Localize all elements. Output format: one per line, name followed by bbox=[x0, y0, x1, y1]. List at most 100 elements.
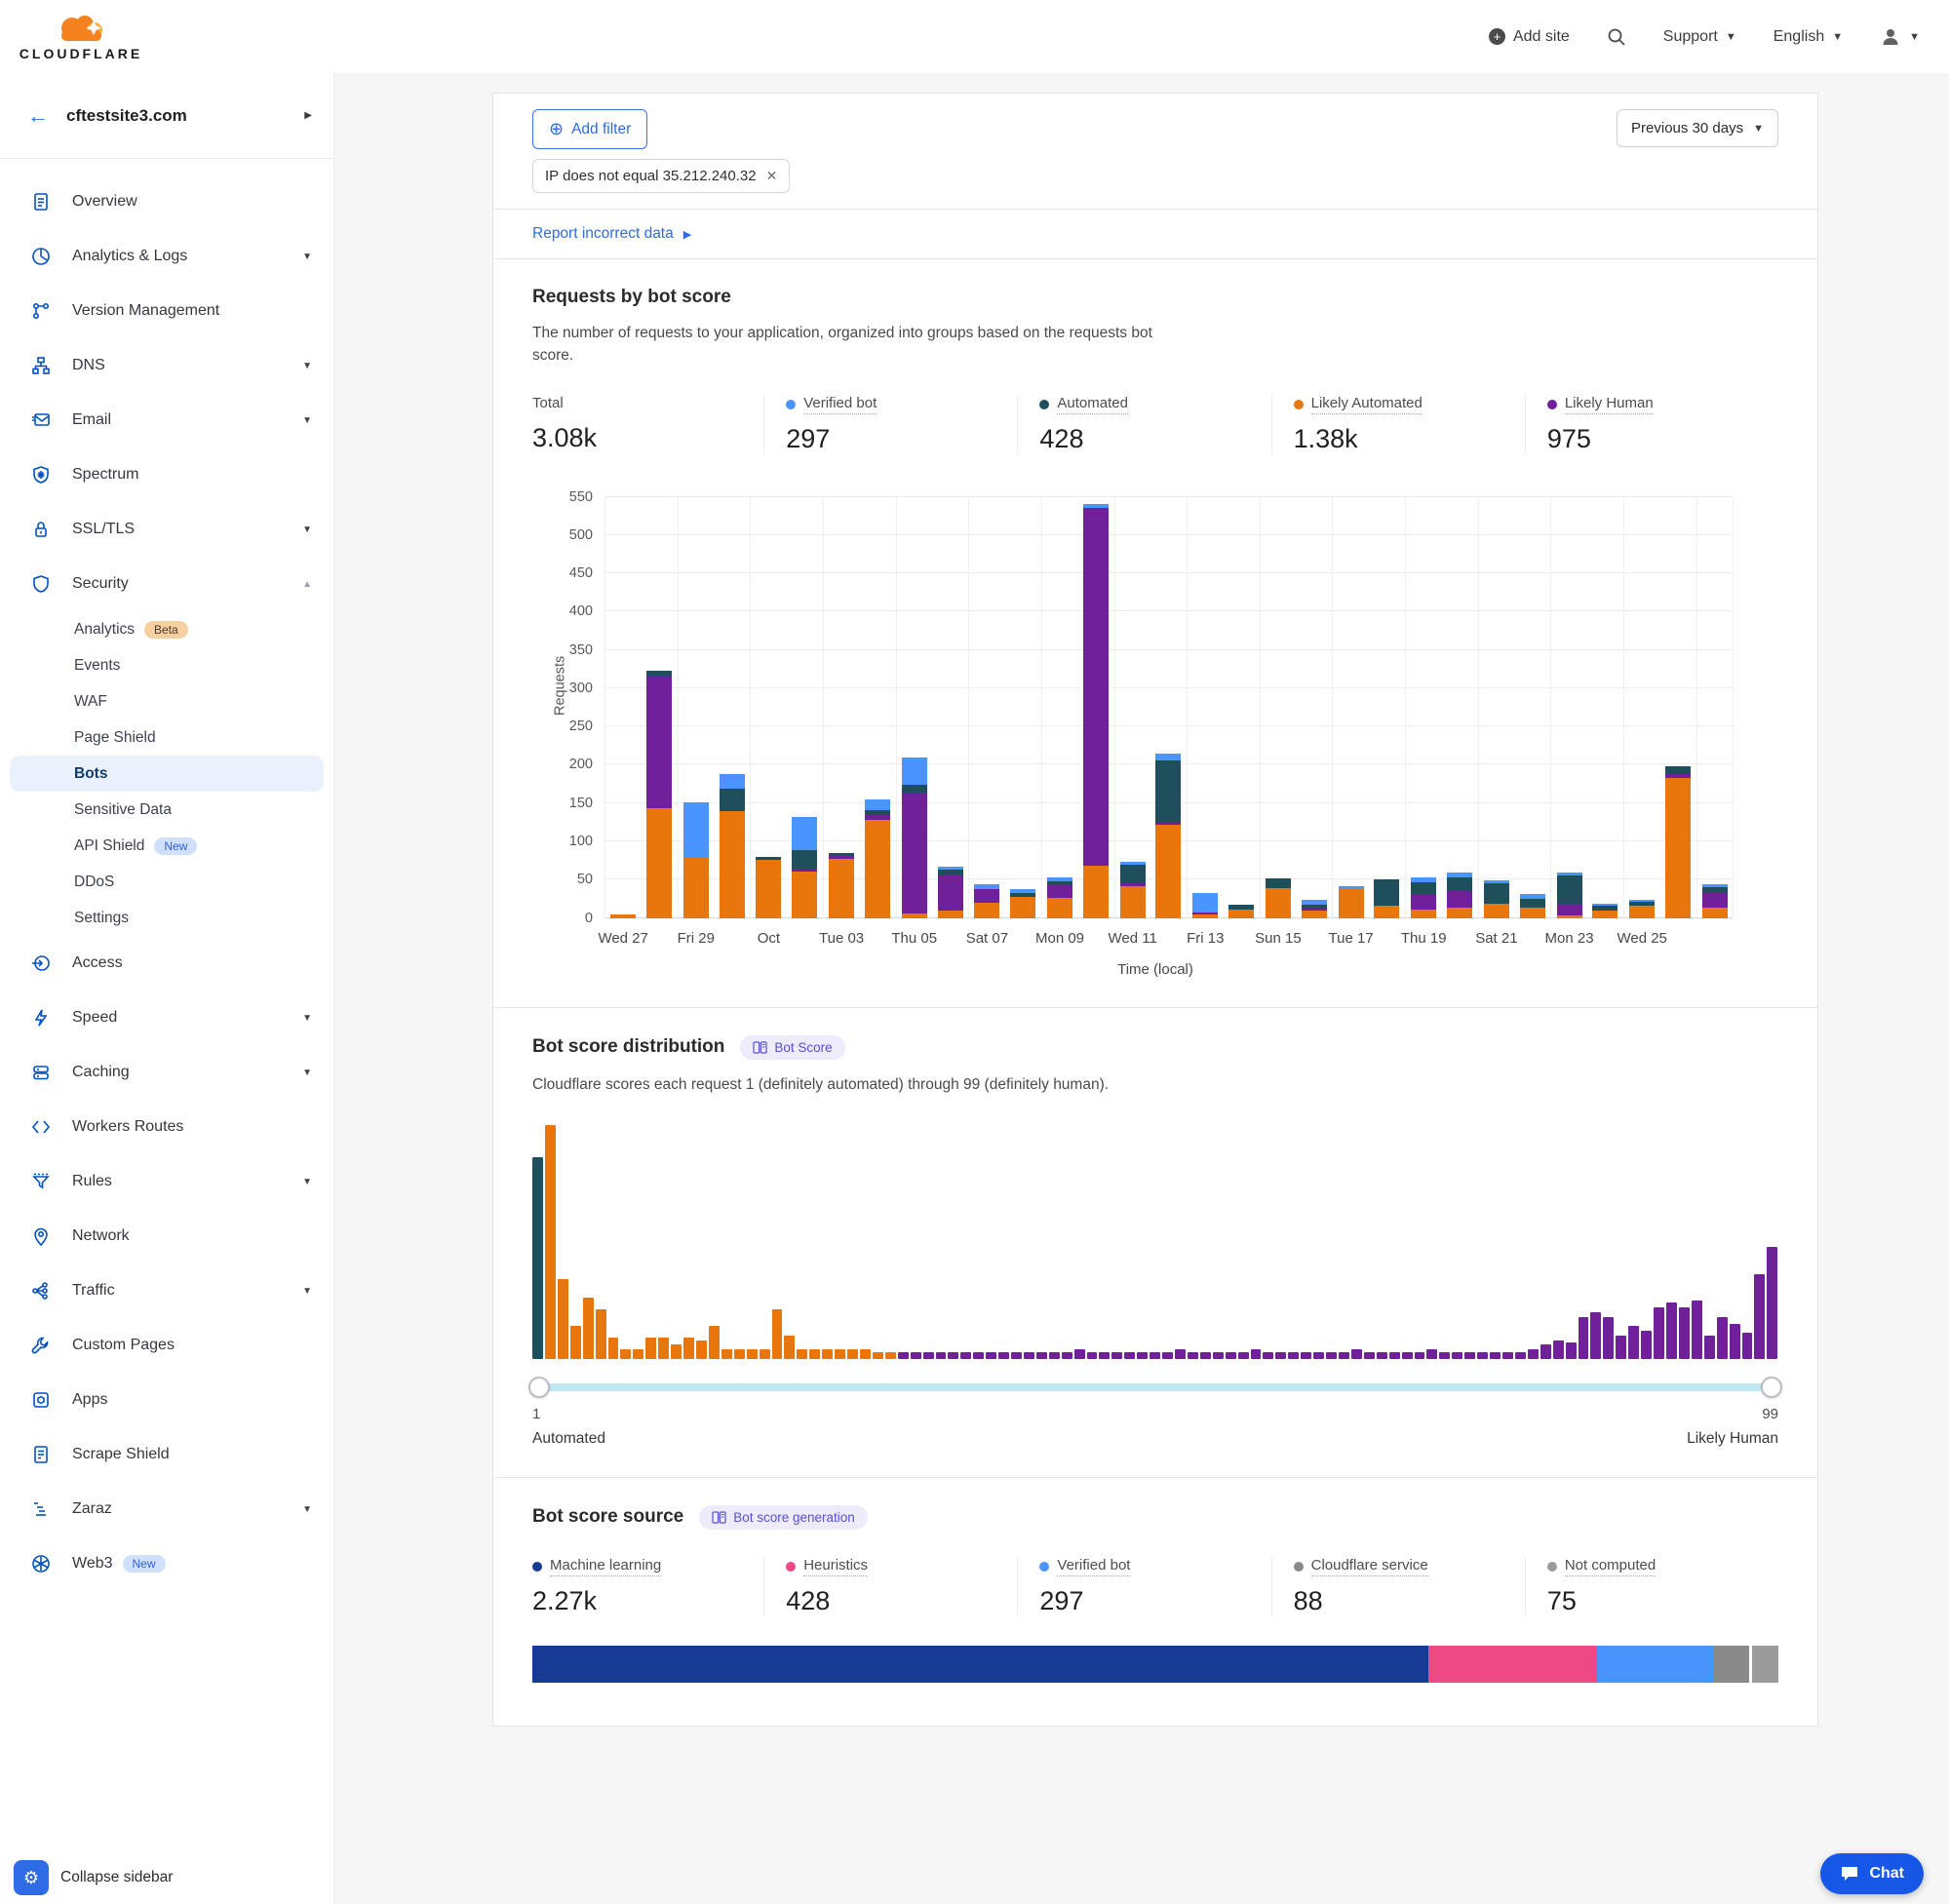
histogram-bar[interactable] bbox=[973, 1352, 984, 1359]
stat-label[interactable]: Heuristics bbox=[786, 1557, 868, 1576]
histogram-bar[interactable] bbox=[1415, 1352, 1425, 1359]
chevron-down-icon[interactable]: ▼ bbox=[302, 525, 312, 535]
histogram-bar[interactable] bbox=[633, 1349, 643, 1359]
histogram-bar[interactable] bbox=[1377, 1352, 1387, 1359]
sidebar-item-custom-pages[interactable]: Custom Pages bbox=[0, 1318, 333, 1373]
stacked-bar[interactable] bbox=[1374, 879, 1399, 917]
sidebar-item-ssl-tls[interactable]: SSL/TLS▼ bbox=[0, 502, 333, 557]
histogram-bar[interactable] bbox=[747, 1349, 758, 1359]
histogram-bar[interactable] bbox=[1263, 1352, 1273, 1359]
slider-track[interactable] bbox=[532, 1383, 1778, 1391]
stacked-bar[interactable] bbox=[829, 853, 854, 918]
sidebar-item-apps[interactable]: Apps bbox=[0, 1373, 333, 1427]
chevron-down-icon[interactable]: ▼ bbox=[302, 415, 312, 426]
stacked-bar[interactable] bbox=[1520, 894, 1545, 917]
histogram-bar[interactable] bbox=[1251, 1349, 1262, 1359]
histogram-bar[interactable] bbox=[1666, 1302, 1677, 1359]
bot-score-generation-badge[interactable]: Bot score generation bbox=[699, 1505, 868, 1530]
histogram-bar[interactable] bbox=[671, 1344, 682, 1358]
histogram-bar[interactable] bbox=[1528, 1349, 1539, 1359]
histogram-bar[interactable] bbox=[822, 1349, 833, 1359]
stat-label[interactable]: Verified bot bbox=[786, 395, 877, 414]
sidebar-item-settings[interactable]: Settings bbox=[0, 900, 333, 936]
histogram-bar[interactable] bbox=[1162, 1352, 1173, 1359]
histogram-bar[interactable] bbox=[1717, 1317, 1728, 1359]
support-menu[interactable]: Support ▼ bbox=[1663, 28, 1736, 46]
histogram-bar[interactable] bbox=[683, 1338, 694, 1359]
histogram-bar[interactable] bbox=[596, 1309, 606, 1358]
collapse-sidebar-button[interactable]: Collapse sidebar bbox=[60, 1869, 173, 1886]
histogram-bar[interactable] bbox=[608, 1338, 619, 1359]
histogram-bar[interactable] bbox=[1426, 1349, 1437, 1359]
histogram-bar[interactable] bbox=[1099, 1352, 1110, 1359]
histogram-bar[interactable] bbox=[1679, 1307, 1690, 1359]
histogram-bar[interactable] bbox=[1579, 1317, 1589, 1359]
stacked-bar[interactable] bbox=[1484, 880, 1509, 917]
histogram-bar[interactable] bbox=[1238, 1352, 1249, 1359]
sidebar-item-caching[interactable]: Caching▼ bbox=[0, 1045, 333, 1100]
histogram-bar[interactable] bbox=[772, 1309, 783, 1358]
chevron-right-icon[interactable]: ▶ bbox=[304, 110, 312, 121]
histogram-bar[interactable] bbox=[1515, 1352, 1526, 1359]
histogram-bar[interactable] bbox=[645, 1338, 656, 1359]
stacked-bar[interactable] bbox=[1192, 893, 1218, 917]
chevron-down-icon[interactable]: ▼ bbox=[302, 1177, 312, 1187]
sidebar-item-api-shield[interactable]: API ShieldNew bbox=[0, 828, 333, 864]
stacked-bar[interactable] bbox=[902, 758, 927, 917]
histogram-bar[interactable] bbox=[1275, 1352, 1286, 1359]
account-menu[interactable]: ▼ bbox=[1880, 26, 1920, 48]
histogram-bar[interactable] bbox=[1124, 1352, 1135, 1359]
stacked-bar[interactable] bbox=[1302, 900, 1327, 918]
sidebar-item-bots[interactable]: Bots bbox=[10, 756, 324, 792]
stat-label[interactable]: Total bbox=[532, 395, 564, 413]
stat-label[interactable]: Machine learning bbox=[532, 1557, 661, 1576]
add-filter-button[interactable]: ⊕ Add filter bbox=[532, 109, 647, 149]
sidebar-item-network[interactable]: Network bbox=[0, 1209, 333, 1263]
stacked-bar[interactable] bbox=[1083, 504, 1109, 917]
histogram-bar[interactable] bbox=[1213, 1352, 1224, 1359]
histogram-bar[interactable] bbox=[1049, 1352, 1060, 1359]
histogram-bar[interactable] bbox=[721, 1349, 732, 1359]
slider-handle-min[interactable] bbox=[528, 1377, 550, 1398]
histogram-bar[interactable] bbox=[1439, 1352, 1450, 1359]
cloudflare-logo[interactable]: CLOUDFLARE bbox=[18, 12, 144, 61]
stat-label[interactable]: Likely Human bbox=[1547, 395, 1654, 414]
slider-handle-max[interactable] bbox=[1761, 1377, 1782, 1398]
histogram-bar[interactable] bbox=[1111, 1352, 1122, 1359]
sidebar-item-ddos[interactable]: DDoS bbox=[0, 864, 333, 900]
search-button[interactable] bbox=[1607, 27, 1626, 47]
histogram-bar[interactable] bbox=[809, 1349, 820, 1359]
sidebar-item-rules[interactable]: Rules▼ bbox=[0, 1154, 333, 1209]
stacked-bar[interactable] bbox=[1702, 884, 1728, 918]
stacked-bar[interactable] bbox=[1047, 877, 1072, 918]
stacked-bar[interactable] bbox=[1411, 877, 1436, 918]
histogram-bar[interactable] bbox=[1540, 1344, 1551, 1358]
histogram-bar[interactable] bbox=[696, 1341, 707, 1359]
filter-chip[interactable]: IP does not equal 35.212.240.32 ✕ bbox=[532, 159, 790, 193]
sidebar-item-scrape-shield[interactable]: Scrape Shield bbox=[0, 1427, 333, 1482]
histogram-bar[interactable] bbox=[1175, 1349, 1186, 1359]
histogram-bar[interactable] bbox=[1566, 1342, 1577, 1359]
stacked-bar[interactable] bbox=[1592, 904, 1618, 918]
histogram-bar[interactable] bbox=[1402, 1352, 1413, 1359]
histogram-bar[interactable] bbox=[1326, 1352, 1337, 1359]
chevron-down-icon[interactable]: ▼ bbox=[302, 1504, 312, 1515]
histogram-bar[interactable] bbox=[784, 1336, 795, 1359]
chevron-down-icon[interactable]: ▼ bbox=[302, 1068, 312, 1078]
stacked-bar[interactable] bbox=[1228, 905, 1254, 917]
histogram-bar[interactable] bbox=[620, 1349, 631, 1359]
histogram-bar[interactable] bbox=[1641, 1331, 1652, 1359]
histogram-bar[interactable] bbox=[1730, 1324, 1740, 1359]
bot-score-badge[interactable]: Bot Score bbox=[740, 1035, 844, 1060]
histogram-bar[interactable] bbox=[1339, 1352, 1349, 1359]
stacked-bar[interactable] bbox=[683, 802, 709, 918]
sidebar-item-sensitive-data[interactable]: Sensitive Data bbox=[0, 792, 333, 828]
histogram-bar[interactable] bbox=[1742, 1333, 1753, 1358]
histogram-bar[interactable] bbox=[1087, 1352, 1098, 1359]
histogram-bar[interactable] bbox=[885, 1352, 896, 1359]
histogram-bar[interactable] bbox=[1452, 1352, 1462, 1359]
stacked-bar[interactable] bbox=[720, 774, 745, 918]
histogram-bar[interactable] bbox=[1364, 1352, 1375, 1359]
histogram-bar[interactable] bbox=[1351, 1349, 1362, 1359]
histogram-bar[interactable] bbox=[797, 1349, 807, 1359]
